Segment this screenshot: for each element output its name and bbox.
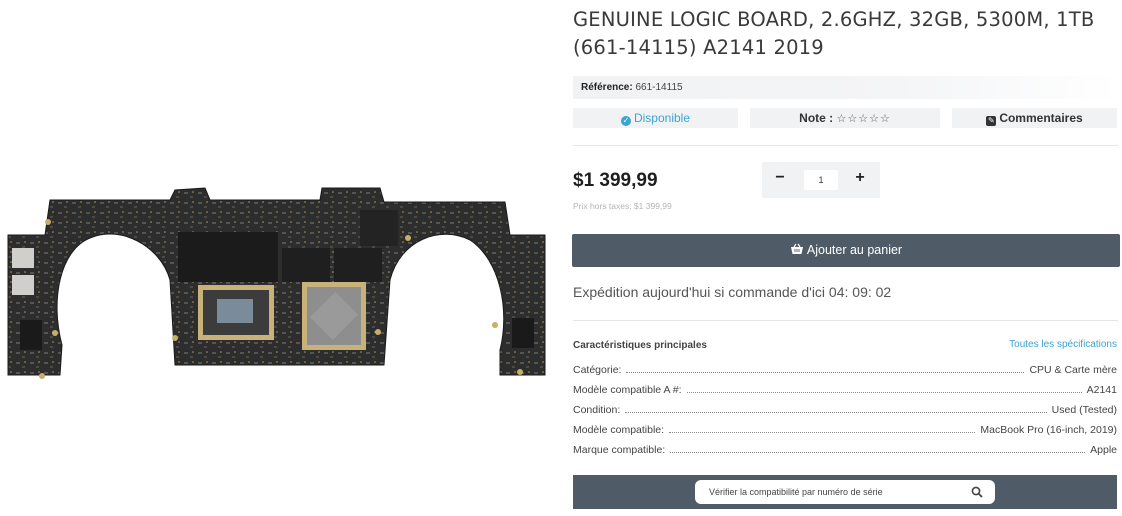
spec-value: Used (Tested) xyxy=(1051,404,1117,416)
availability-badge: ✓ Disponible xyxy=(573,108,738,128)
reference-bar: Référence: 661-14115 xyxy=(573,76,1118,99)
increase-quantity-button[interactable]: + xyxy=(850,169,870,189)
spec-value: MacBook Pro (16-inch, 2019) xyxy=(980,424,1117,436)
basket-icon xyxy=(790,243,803,254)
shipping-countdown: Expédition aujourd'hui si commande d'ici… xyxy=(573,284,892,300)
search-icon[interactable] xyxy=(971,486,983,498)
dotted-leader xyxy=(669,432,976,433)
product-image[interactable] xyxy=(0,150,560,400)
spec-key: Catégorie: xyxy=(573,364,622,376)
serial-check-bar: Vérifier la compatibilité par numéro de … xyxy=(573,475,1117,509)
spec-row: Modèle compatible: MacBook Pro (16-inch, … xyxy=(573,422,1117,436)
spec-key: Marque compatible: xyxy=(573,444,666,456)
spec-value: A2141 xyxy=(1086,384,1117,396)
availability-text: Disponible xyxy=(633,111,691,125)
spec-value: Apple xyxy=(1090,444,1117,456)
rating-stars-icon[interactable]: ☆☆☆☆☆ xyxy=(837,113,891,125)
add-to-cart-button[interactable]: Ajouter au panier xyxy=(572,234,1120,267)
dotted-leader xyxy=(626,372,1025,373)
divider xyxy=(573,145,1118,146)
spec-key: Modèle compatible A #: xyxy=(573,384,682,396)
spec-row: Marque compatible: Apple xyxy=(573,442,1117,456)
product-title: GENUINE LOGIC BOARD, 2.6GHZ, 32GB, 5300M… xyxy=(573,8,1095,59)
dotted-leader xyxy=(625,412,1047,413)
spec-key: Modèle compatible: xyxy=(573,424,665,436)
serial-check-placeholder: Vérifier la compatibilité par numéro de … xyxy=(709,487,883,497)
rating-label: Note : xyxy=(799,111,834,125)
serial-check-input[interactable]: Vérifier la compatibilité par numéro de … xyxy=(695,480,995,504)
spec-row: Catégorie: CPU & Carte mère xyxy=(573,362,1117,376)
edit-icon: ✎ xyxy=(986,116,997,126)
add-to-cart-label: Ajouter au panier xyxy=(806,243,903,257)
decrease-quantity-button[interactable]: − xyxy=(770,169,790,189)
rating-badge[interactable]: Note : ☆☆☆☆☆ xyxy=(750,108,940,128)
divider xyxy=(573,320,1118,321)
reference-label: Référence: xyxy=(581,82,633,93)
logic-board-illustration xyxy=(7,187,546,379)
spec-row: Modèle compatible A #: A2141 xyxy=(573,382,1117,396)
dotted-leader xyxy=(670,452,1086,453)
dotted-leader xyxy=(686,392,1082,393)
quantity-stepper: − + xyxy=(762,162,880,198)
comments-label: Commentaires xyxy=(999,111,1083,125)
price: $1 399,99 xyxy=(573,170,658,191)
spec-row: Condition: Used (Tested) xyxy=(573,402,1117,416)
spec-value: CPU & Carte mère xyxy=(1029,364,1117,376)
quantity-input[interactable] xyxy=(804,170,838,190)
price-tax-note: Prix hors taxes: $1 399,99 xyxy=(573,201,672,211)
check-circle-icon: ✓ xyxy=(620,116,631,126)
all-specs-link[interactable]: Toutes les spécifications xyxy=(1009,339,1117,350)
reference-value: 661-14115 xyxy=(635,82,683,93)
specs-title: Caractéristiques principales xyxy=(573,340,707,351)
comments-button[interactable]: ✎ Commentaires xyxy=(952,108,1117,128)
spec-key: Condition: xyxy=(573,404,621,416)
